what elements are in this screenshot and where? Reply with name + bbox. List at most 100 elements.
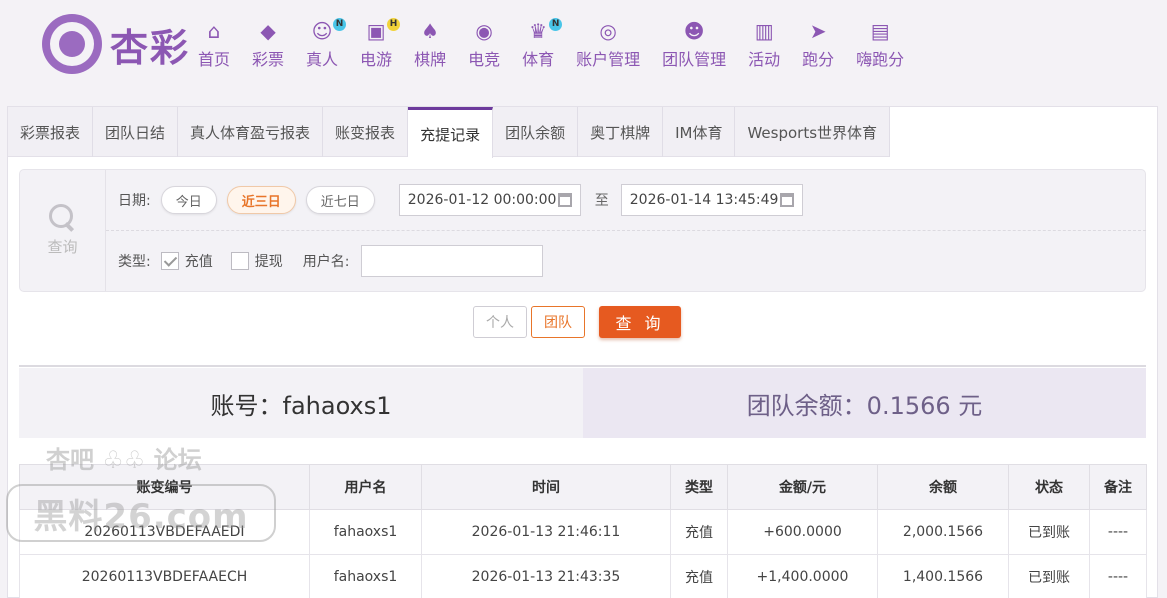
nav-label: 团队管理: [662, 50, 727, 69]
username-label: 用户名:: [302, 254, 350, 270]
logo-emblem-icon: [42, 14, 102, 74]
nav-item[interactable]: ◆ 彩票: [252, 20, 284, 70]
withdraw-checkbox-label: 提现: [254, 254, 283, 270]
nav-item[interactable]: ☺ N 真人: [306, 18, 347, 70]
table-header-row: 账变编号 用户名 时间 类型 金额/元 余额 状态 备注: [19, 464, 1147, 510]
home-icon: ⌂: [207, 19, 221, 43]
column-header: 备注: [1089, 464, 1147, 510]
username-input[interactable]: [361, 245, 544, 277]
gift-icon: ▥: [754, 19, 774, 43]
table-cell: +600.0000: [727, 509, 878, 555]
table-cell: 20260113VBDEFAAECH: [19, 554, 310, 598]
withdraw-checkbox[interactable]: [230, 252, 249, 270]
nav-label: 真人: [306, 50, 339, 69]
type-label: 类型:: [118, 254, 151, 270]
report-tab[interactable]: 账变报表: [323, 107, 409, 157]
calendar-icon[interactable]: [779, 193, 794, 207]
nav-badge: N: [333, 18, 347, 31]
calendar-icon[interactable]: [557, 193, 572, 207]
column-header: 类型: [670, 464, 728, 510]
start-date-value: 2026-01-12 00:00:00: [407, 192, 557, 208]
report-tab[interactable]: 团队日结: [93, 107, 179, 157]
table-row[interactable]: 20260113VBDEFAAEDI fahaoxs1 2026-01-13 21:…: [19, 509, 1147, 555]
date-filter-row: 日期: 今日 近三日 近七日 2026-01-12 00:00:00 至 2026-…: [118, 180, 803, 220]
trophy-icon: ♛: [529, 19, 548, 43]
account-coin-icon: ◎: [599, 19, 617, 43]
brand-logo[interactable]: 杏彩: [42, 14, 190, 74]
nav-label: 首页: [198, 50, 231, 69]
team-icon: ☻: [683, 19, 705, 43]
hi-app-icon: ▤: [870, 19, 890, 43]
column-header: 金额/元: [727, 464, 878, 510]
table-cell: 2026-01-13 21:46:11: [421, 509, 671, 555]
quick-range-button[interactable]: 近七日: [305, 186, 375, 214]
quick-range-button[interactable]: 近三日: [226, 186, 296, 214]
query-actions: 个人 团队 查 询: [473, 306, 681, 338]
top-navigation: 杏彩 ⌂ 首页 ◆ 彩票 ☺ N 真人 ▣ H 电游 ♠ 棋牌 ◉ 电竞 ♛ N 体育 ◎ 账户管理 ☻ 团队管理 ▥ 活动…: [0, 0, 1167, 92]
report-tab[interactable]: 真人体育盈亏报表: [178, 107, 324, 157]
main-nav: ⌂ 首页 ◆ 彩票 ☺ N 真人 ▣ H 电游 ♠ 棋牌 ◉ 电竞 ♛ N 体育 ◎ 账户管理 ☻ 团队管理 ▥ 活动 ➤ 跑分…: [198, 18, 926, 70]
team-balance: 团队余额：0.1566 元: [583, 368, 1146, 438]
nav-item[interactable]: ♠ 棋牌: [414, 20, 446, 70]
nav-label: 棋牌: [414, 50, 447, 69]
dealer-icon: ☺: [311, 19, 333, 43]
report-tab[interactable]: 彩票报表: [8, 107, 94, 157]
type-filter-row: 类型: 充值 提现 用户名:: [118, 244, 544, 278]
account-summary: 账号：fahaoxs1 团队余额：0.1566 元: [19, 368, 1146, 438]
nav-item[interactable]: ▣ H 电游: [360, 18, 401, 70]
table-cell: 1,400.1566: [877, 554, 1009, 598]
table-cell: 充值: [670, 509, 728, 555]
query-button[interactable]: 查 询: [599, 306, 681, 338]
nav-item[interactable]: ◉ 电竞: [468, 20, 500, 70]
nav-label: 彩票: [252, 50, 285, 69]
table-cell: 已到账: [1008, 509, 1090, 555]
table-cell: ----: [1089, 509, 1147, 555]
table-cell: fahaoxs1: [309, 509, 422, 555]
table-cell: 2,000.1566: [877, 509, 1009, 555]
table-row[interactable]: 20260113VBDEFAAECH fahaoxs1 2026-01-13 21:…: [19, 554, 1147, 598]
nav-label: 体育: [522, 50, 555, 69]
team-button[interactable]: 团队: [531, 306, 585, 338]
nav-label: 账户管理: [576, 50, 641, 69]
search-side: 查询: [20, 170, 106, 291]
cards-icon: ♠: [421, 19, 440, 43]
table-cell: +1,400.0000: [727, 554, 878, 598]
quick-range-button[interactable]: 今日: [160, 186, 217, 214]
recharge-checkbox[interactable]: [160, 252, 179, 270]
nav-label: 嗨跑分: [856, 50, 905, 69]
table-cell: 已到账: [1008, 554, 1090, 598]
table-cell: 2026-01-13 21:43:35: [421, 554, 671, 598]
nav-item[interactable]: ♛ N 体育: [522, 18, 563, 70]
search-side-label: 查询: [47, 238, 78, 256]
nav-item[interactable]: ▥ 活动: [748, 20, 780, 70]
nav-item[interactable]: ➤ 跑分: [802, 20, 834, 70]
report-tab[interactable]: 充提记录: [408, 107, 494, 158]
search-filter-box: 查询 日期: 今日 近三日 近七日 2026-01-12 00:00:00 至 20…: [19, 169, 1146, 292]
date-to-label: 至: [594, 193, 609, 209]
account-name: 账号：fahaoxs1: [19, 368, 583, 438]
table-cell: 充值: [670, 554, 728, 598]
table-cell: ----: [1089, 554, 1147, 598]
personal-button[interactable]: 个人: [473, 306, 527, 338]
column-header: 账变编号: [19, 464, 310, 510]
end-date-input[interactable]: 2026-01-14 13:45:49: [620, 184, 803, 216]
report-tab[interactable]: 奥丁棋牌: [578, 107, 664, 157]
column-header: 时间: [421, 464, 671, 510]
nav-item[interactable]: ▤ 嗨跑分: [856, 20, 904, 70]
report-tab[interactable]: 团队余额: [493, 107, 579, 157]
logo-text: 杏彩: [110, 24, 191, 70]
gamepad-icon: ▣: [366, 19, 386, 43]
report-panel: 彩票报表 团队日结 真人体育盈亏报表 账变报表 充提记录 团队余额 奥丁棋牌 IM体育 Wesp…: [7, 106, 1158, 598]
nav-item[interactable]: ☻ 团队管理: [662, 20, 726, 70]
report-tab[interactable]: IM体育: [663, 107, 736, 157]
nav-item[interactable]: ⌂ 首页: [198, 20, 230, 70]
column-header: 状态: [1008, 464, 1090, 510]
nav-label: 电竞: [468, 50, 501, 69]
records-table: 账变编号 用户名 时间 类型 金额/元 余额 状态 备注 20260113VBDEFAAEDI…: [19, 464, 1147, 598]
start-date-input[interactable]: 2026-01-12 00:00:00: [398, 184, 581, 216]
nav-item[interactable]: ◎ 账户管理: [576, 20, 640, 70]
recharge-checkbox-label: 充值: [184, 254, 213, 270]
nav-label: 电游: [360, 50, 393, 69]
end-date-value: 2026-01-14 13:45:49: [629, 192, 779, 208]
report-tab[interactable]: Wesports世界体育: [735, 107, 891, 157]
